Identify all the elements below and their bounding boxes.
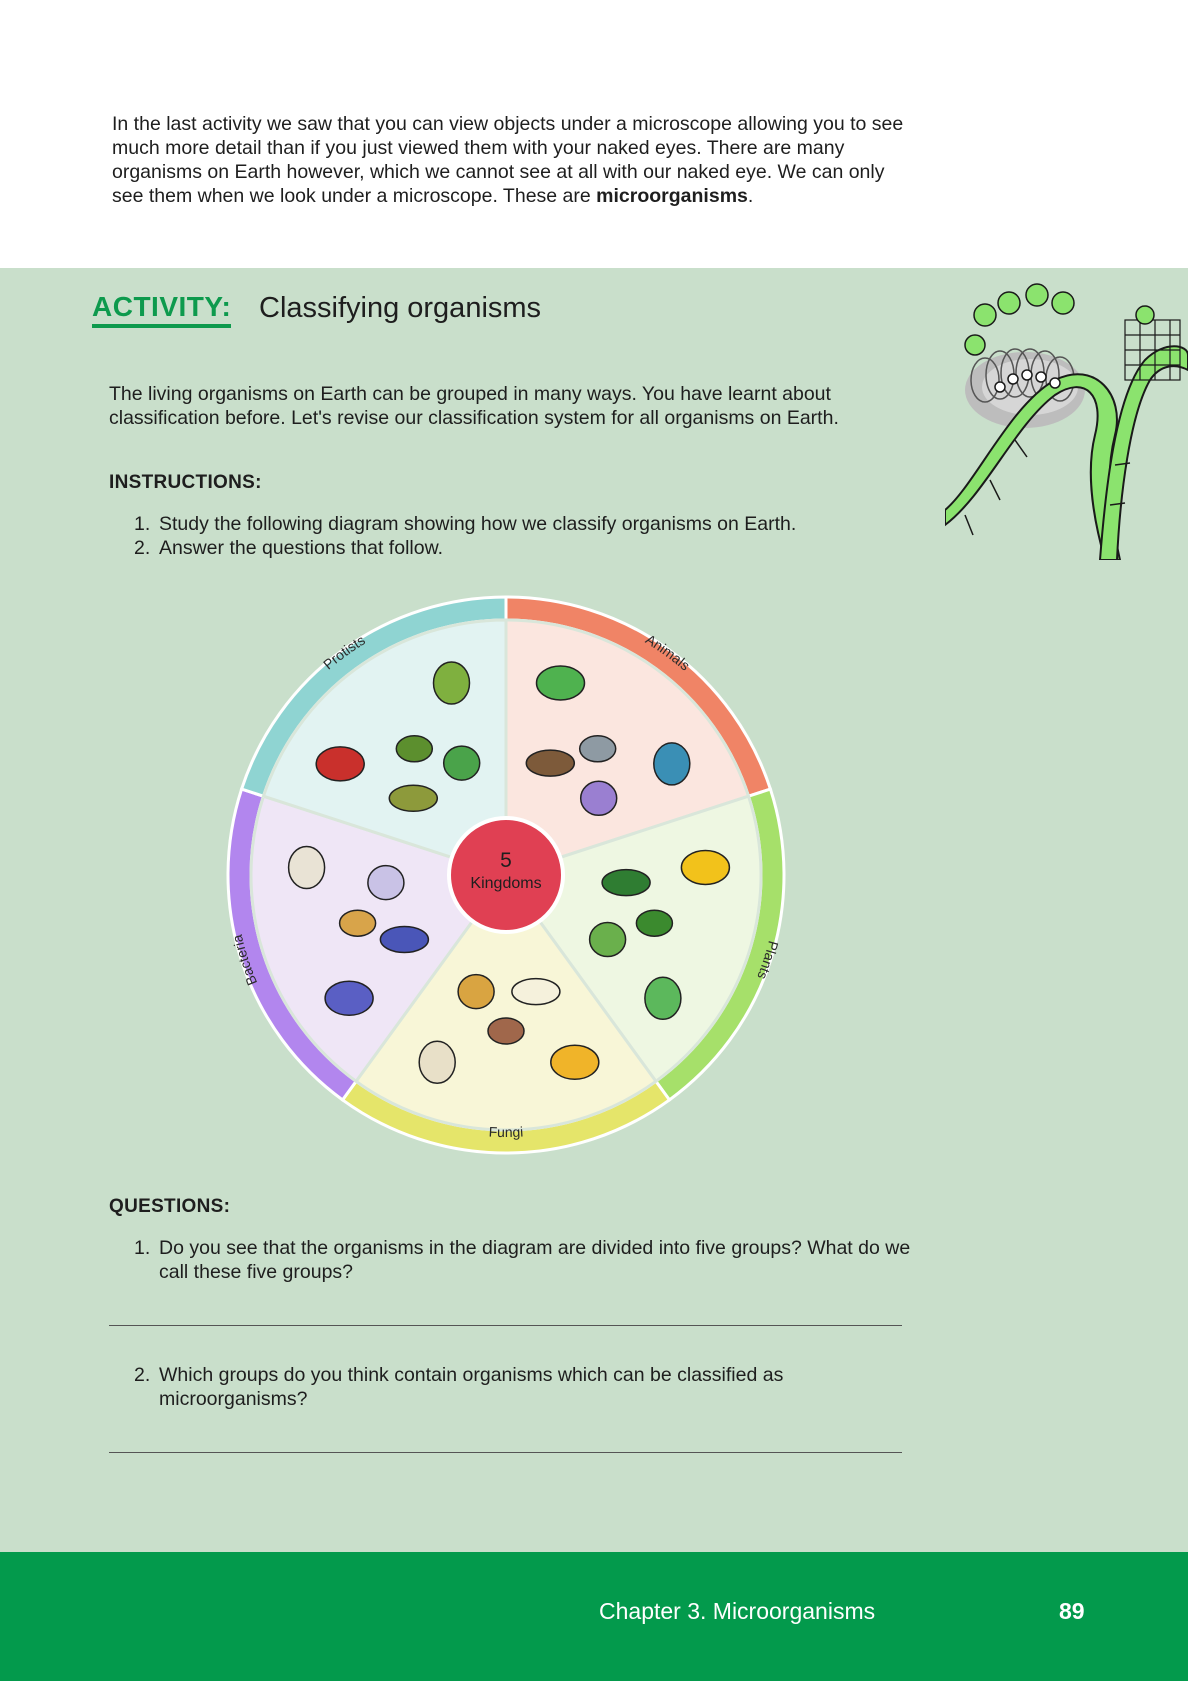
organism-illustration — [579, 780, 618, 817]
activity-heading: ACTIVITY: — [92, 291, 232, 328]
organism-illustration — [315, 746, 365, 782]
organism-illustration — [379, 925, 430, 954]
list-item: 2. Answer the questions that follow. — [134, 537, 443, 559]
organism-illustration — [525, 749, 576, 777]
organism-illustration — [635, 909, 674, 937]
organism-illustration — [287, 845, 326, 890]
instructions-heading: INSTRUCTIONS: — [109, 472, 262, 493]
organism-illustration — [578, 735, 617, 763]
center-number: 5 — [500, 849, 512, 872]
organism-illustration — [653, 742, 691, 786]
organism-illustration — [367, 864, 405, 901]
questions-list: 1. Do you see that the organisms in the d… — [109, 1236, 929, 1284]
activity-title: Classifying organisms — [259, 292, 542, 324]
organism-illustration — [601, 868, 651, 897]
organism-illustration — [535, 665, 586, 701]
organism-illustration — [442, 745, 481, 781]
answer-line-2[interactable] — [109, 1452, 902, 1453]
activity-label: ACTIVITY: — [92, 291, 232, 328]
organism-illustration — [338, 909, 377, 937]
kingdom-label-fungi: Fungi — [488, 1123, 523, 1140]
list-item: 2. Which groups do you think contain orga… — [134, 1364, 784, 1410]
organism-illustration — [487, 1017, 525, 1045]
organism-illustration — [418, 1040, 456, 1085]
organism-illustration — [550, 1044, 600, 1081]
organism-illustration — [324, 980, 374, 1017]
activity-intro: The living organisms on Earth can be gro… — [109, 383, 839, 429]
page-number: 89 — [1059, 1598, 1085, 1624]
list-item: 1. Study the following diagram showing ho… — [134, 513, 797, 535]
organism-illustration — [511, 977, 561, 1006]
organism-illustration — [644, 976, 682, 1021]
organism-illustration — [680, 849, 731, 886]
list-item: 1. Do you see that the organisms in the d… — [134, 1237, 911, 1283]
intro-text: In the last activity we saw that you can… — [112, 113, 904, 207]
answer-line-1[interactable] — [109, 1325, 902, 1326]
organism-illustration — [388, 784, 439, 813]
intro-paragraph: In the last activity we saw that you can… — [112, 112, 912, 208]
instructions-list: 1. Study the following diagram showing ho… — [109, 512, 929, 560]
questions-heading: QUESTIONS: — [109, 1196, 231, 1217]
page-footer — [0, 1552, 1188, 1681]
intro-bold-term: microorganisms — [596, 185, 748, 207]
center-label: Kingdoms — [470, 875, 541, 892]
organism-illustration — [432, 661, 471, 705]
five-kingdoms-diagram: AnimalsPlantsFungiBacteriaProtists 5 Kin… — [226, 595, 786, 1155]
questions-list-2: 2. Which groups do you think contain orga… — [109, 1363, 929, 1411]
organism-illustration — [457, 973, 495, 1010]
organism-illustration — [395, 735, 434, 763]
slinky-rollercoaster-illustration — [945, 283, 1188, 560]
intro-end: . — [747, 185, 754, 207]
organism-illustration — [588, 921, 627, 958]
chapter-title: Chapter 3. Microorganisms — [599, 1598, 876, 1624]
